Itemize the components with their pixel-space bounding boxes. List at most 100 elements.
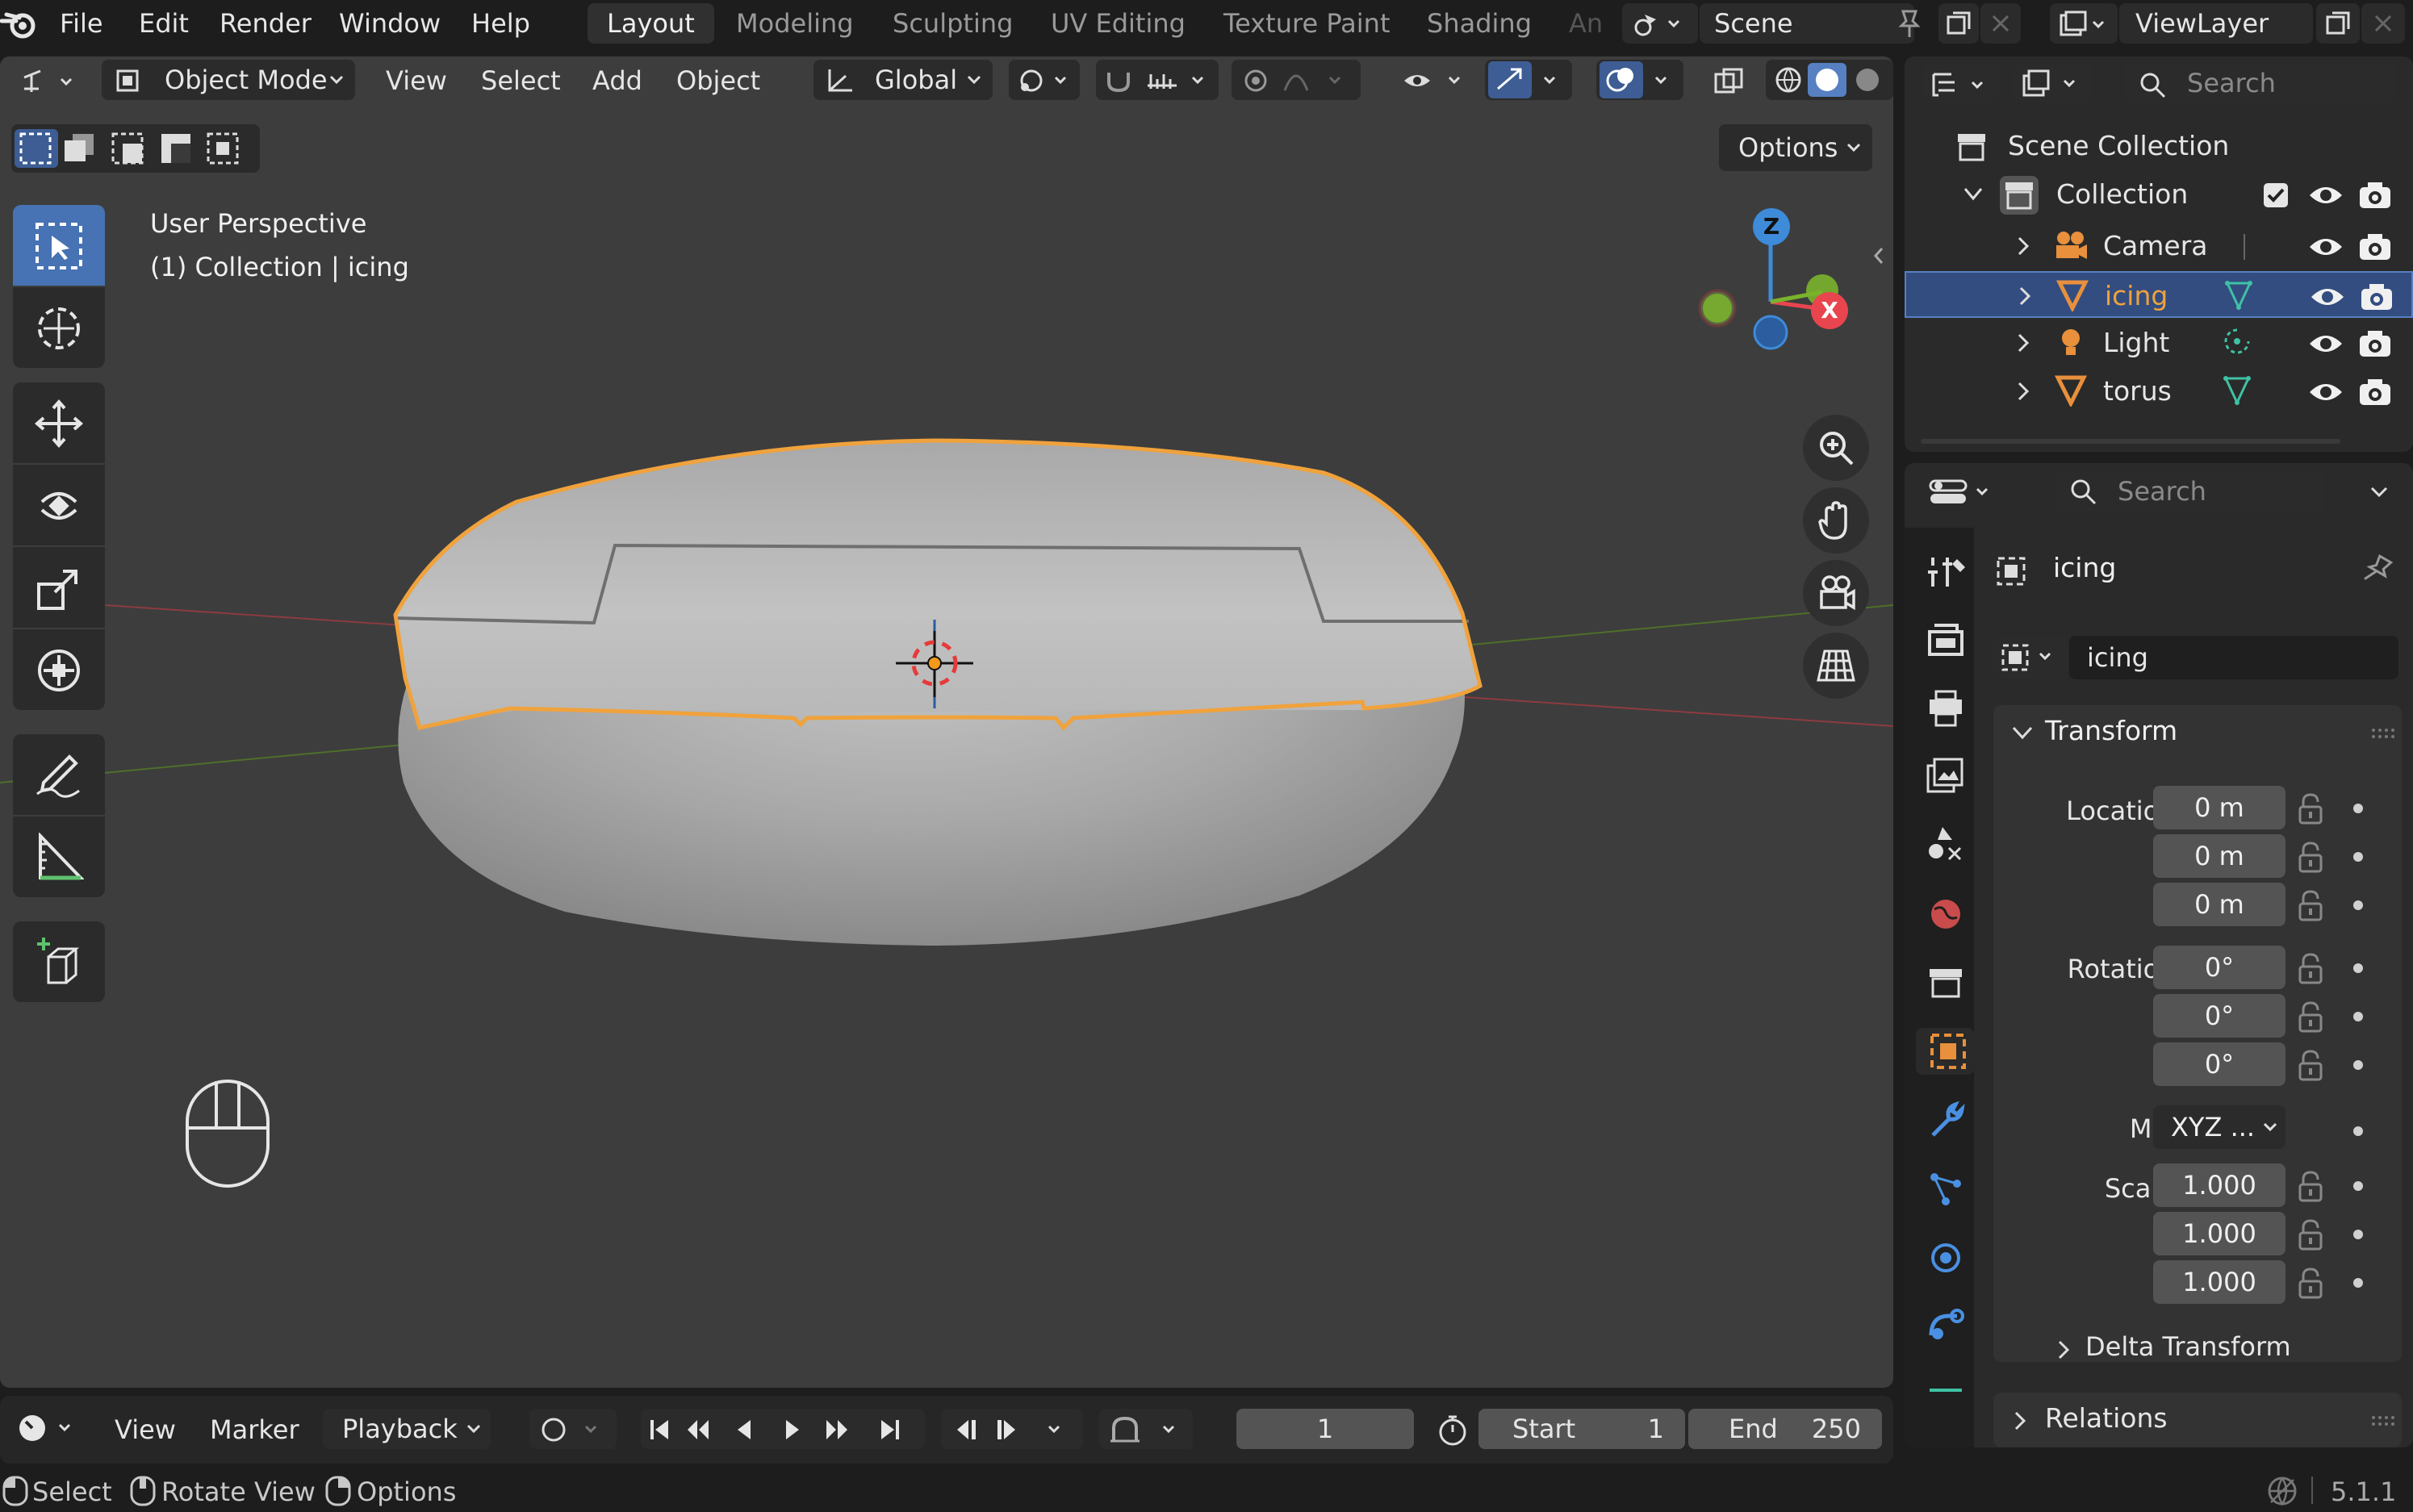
new-view-layer-button[interactable] [2316,3,2360,44]
location-x-field[interactable]: 0 m [2153,786,2285,829]
gizmo-toggle[interactable] [1485,60,1572,100]
pin-icon[interactable] [2361,552,2394,587]
scene-selector-button[interactable] [1622,3,1698,44]
transform-panel-header[interactable]: Transform [1993,705,2402,762]
pin-icon[interactable] [1895,6,1924,39]
display-mode-button[interactable] [2014,63,2092,103]
gizmo-neg-z-handle[interactable] [1753,315,1793,355]
tab-animation[interactable]: An [1549,3,1622,44]
delete-scene-button[interactable] [1980,3,2021,44]
object-mode-dropdown[interactable]: Object Mode [102,60,355,100]
data-tab[interactable] [1922,1368,1969,1415]
tab-shading[interactable]: Shading [1407,3,1551,44]
keyframe-dot[interactable] [2353,1012,2363,1021]
keyframe-dot[interactable] [2353,963,2363,973]
scale-tool[interactable] [13,547,105,628]
lock-icon[interactable] [2297,1049,2324,1081]
start-frame-field[interactable]: Start 1 [1478,1409,1685,1449]
render-camera-icon[interactable] [2360,282,2394,311]
keyframe-dot[interactable] [2353,1230,2363,1239]
eye-icon[interactable] [2308,331,2344,357]
preview-range-toggle[interactable] [1430,1409,1475,1449]
tab-sculpting[interactable]: Sculpting [873,3,1032,44]
annotate-tool[interactable] [13,734,105,815]
outliner-search-input[interactable]: Search [2124,63,2395,103]
properties-search-input[interactable]: Search [2056,471,2324,512]
gizmo-z-axis[interactable]: Z [1753,208,1790,245]
scene-tab[interactable] [1922,821,1969,868]
view-layer-tab[interactable] [1922,754,1969,800]
menu-help[interactable]: Help [460,0,542,47]
timeline-editor-type-button[interactable] [11,1407,86,1447]
sidebar-toggle-icon[interactable] [1871,244,1887,268]
eye-icon[interactable] [2308,379,2344,405]
delta-transform-subpanel[interactable]: Delta Transform [1995,1323,2398,1370]
gizmo-x-axis[interactable]: X [1811,292,1848,329]
output-tab[interactable] [1922,686,1969,733]
scale-y-field[interactable]: 1.000 [2153,1212,2285,1255]
object-name-input[interactable]: icing [2069,636,2398,679]
constraints-tab[interactable] [1922,1302,1969,1349]
chevron-down-icon[interactable] [2369,486,2389,499]
lock-icon[interactable] [2297,792,2324,825]
keyframe-dot[interactable] [2353,852,2363,862]
tab-layout[interactable]: Layout [588,3,714,44]
object-data-icon[interactable] [2221,375,2253,407]
delete-view-layer-button[interactable] [2361,3,2405,44]
shading-mode-group[interactable] [1766,60,1893,100]
render-camera-icon[interactable] [2358,378,2392,407]
keyframe-dot[interactable] [2353,1278,2363,1288]
outliner-item-torus[interactable]: torus [1905,368,2413,415]
pivot-point-dropdown[interactable] [1009,60,1080,100]
pan-button[interactable] [1803,487,1869,553]
rotation-x-field[interactable]: 0° [2153,946,2285,989]
options-dropdown[interactable]: Options [1719,124,1872,171]
viewport-menu-add[interactable]: Add [592,58,642,103]
collection-tab[interactable] [1922,960,1969,1007]
modifiers-tab[interactable] [1922,1097,1969,1144]
outliner-item-camera[interactable]: Camera [1905,223,2413,269]
eye-icon[interactable] [2308,234,2344,260]
tab-uv-editing[interactable]: UV Editing [1031,3,1205,44]
viewport-menu-select[interactable]: Select [481,58,561,103]
perspective-toggle-button[interactable] [1803,633,1869,699]
zoom-button[interactable] [1803,415,1869,481]
snap-playhead-toggle[interactable] [1099,1409,1193,1449]
render-camera-icon[interactable] [2358,232,2392,261]
viewport-menu-object[interactable]: Object [676,58,760,103]
outliner-item-light[interactable]: Light [1905,320,2413,366]
properties-editor-type-button[interactable] [1922,471,2000,512]
auto-keying-toggle[interactable] [529,1409,617,1449]
3d-viewport[interactable]: Object Mode View Select Add Object Globa… [0,56,1893,1388]
lock-icon[interactable] [2297,841,2324,873]
world-tab[interactable] [1922,891,1969,938]
object-datablock-browser[interactable] [1993,636,2068,679]
xray-toggle[interactable] [1706,60,1751,100]
lock-icon[interactable] [2297,1218,2324,1251]
timeline-menu-marker[interactable]: Marker [210,1407,299,1452]
view-layer-name-field[interactable]: ViewLayer [2119,3,2313,44]
lock-icon[interactable] [2297,1267,2324,1299]
keyframe-dot[interactable] [2353,1060,2363,1070]
keyframe-dot[interactable] [2353,804,2363,813]
rotate-tool[interactable] [13,465,105,545]
playback-controls[interactable] [641,1409,925,1449]
snap-toggle-group[interactable] [1096,60,1219,100]
proportional-editing-toggle[interactable] [1232,60,1361,100]
transform-orientation-dropdown[interactable]: Global [813,60,993,100]
scale-x-field[interactable]: 1.000 [2153,1163,2285,1207]
end-frame-field[interactable]: End 250 [1688,1409,1882,1449]
blender-logo-icon[interactable] [0,6,42,42]
keyframe-jump-controls[interactable] [941,1409,1083,1449]
visibility-dropdown[interactable] [1395,60,1472,100]
chevron-right-icon[interactable] [2016,332,2030,353]
select-box-tool[interactable] [13,205,105,286]
collection-row[interactable]: Collection [1905,171,2413,218]
scene-collection-row[interactable]: Scene Collection [1905,123,2413,169]
outliner-item-icing[interactable]: icing [1905,271,2413,318]
scene-name-field[interactable]: Scene [1700,3,1914,44]
location-y-field[interactable]: 0 m [2153,834,2285,878]
transform-tool[interactable] [13,629,105,710]
tool-settings-tab[interactable] [1922,549,1969,595]
location-z-field[interactable]: 0 m [2153,883,2285,926]
